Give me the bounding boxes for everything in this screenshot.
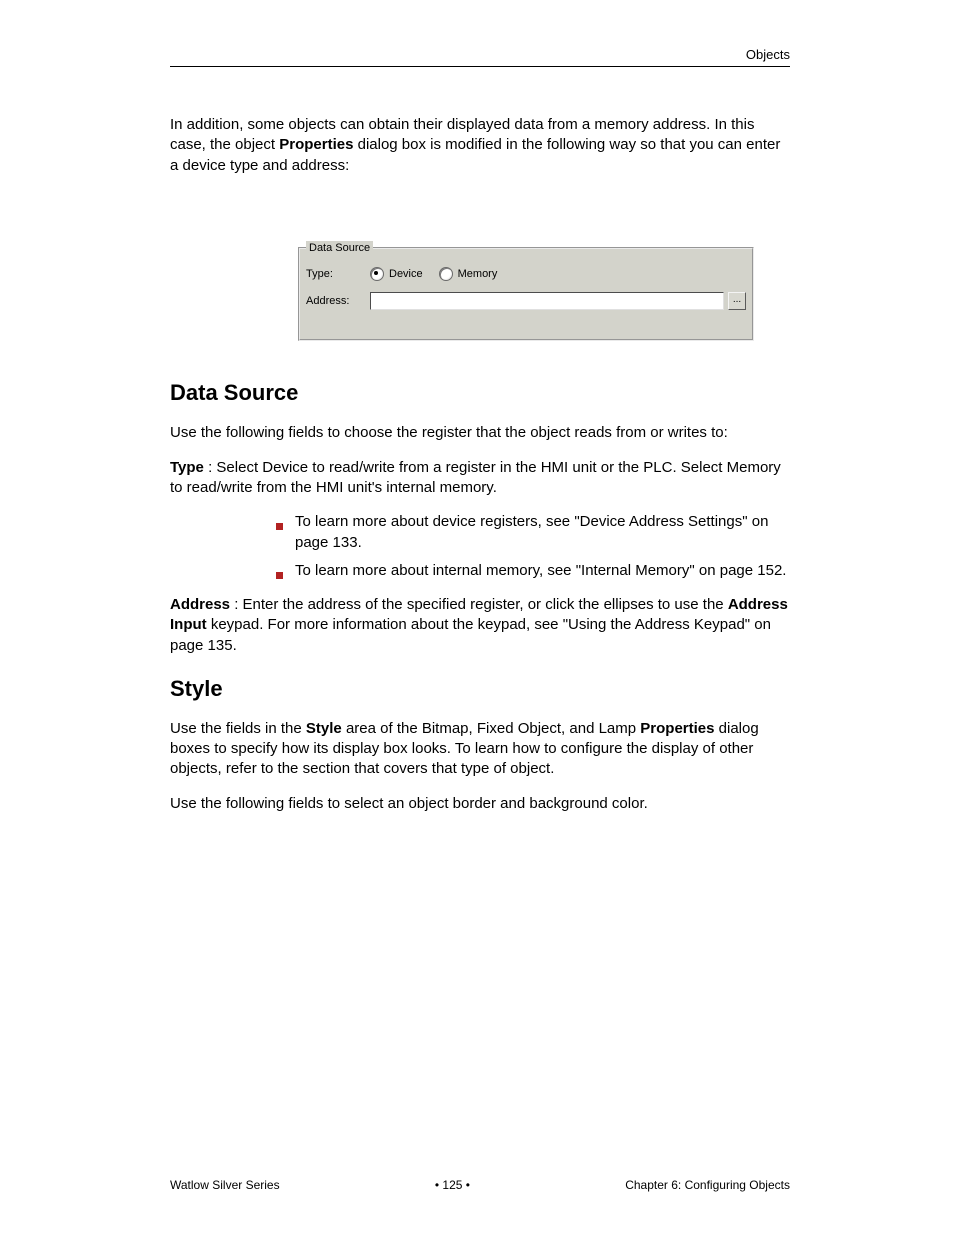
intro-paragraph-2: Use the following fields to choose the r…	[170, 423, 790, 443]
data-source-groupbox-image: Data Source Type: Device Memory Address:…	[298, 247, 754, 341]
section-style-title: Style	[170, 674, 790, 704]
address-input[interactable]	[370, 292, 724, 310]
footer-chapter: Chapter 6: Configuring Objects	[625, 1177, 790, 1193]
type-label: Type:	[306, 267, 370, 282]
intro-paragraph-1: In addition, some objects can obtain the…	[170, 115, 790, 176]
address-browse-button[interactable]: ...	[728, 292, 746, 310]
data-source-groupbox: Data Source Type: Device Memory Address:…	[298, 247, 754, 341]
radio-device-label: Device	[389, 267, 423, 282]
page-footer: Watlow Silver Series • 125 • Chapter 6: …	[170, 1177, 790, 1193]
radio-memory[interactable]	[439, 267, 453, 281]
groupbox-legend: Data Source	[306, 241, 373, 256]
page-header: Objects	[170, 46, 790, 67]
bullet-device-registers: To learn more about device registers, se…	[276, 512, 790, 553]
field-type: Type : Select Device to read/write from …	[170, 458, 790, 499]
footer-left: Watlow Silver Series	[170, 1177, 280, 1193]
style-paragraph-1: Use the fields in the Style area of the …	[170, 719, 790, 780]
header-right-text: Objects	[746, 47, 790, 62]
bullet-internal-memory: To learn more about internal memory, see…	[276, 561, 790, 581]
address-label: Address:	[306, 294, 370, 309]
section-data-source-title: Data Source	[170, 378, 790, 408]
footer-page-number: • 125 •	[435, 1177, 470, 1193]
radio-memory-label: Memory	[458, 267, 498, 282]
radio-memory-wrap[interactable]: Memory	[439, 267, 498, 282]
link-internal-memory[interactable]: see "Internal Memory" on page 152.	[547, 562, 786, 579]
bullet-icon	[276, 572, 283, 579]
style-paragraph-2: Use the following fields to select an ob…	[170, 794, 790, 814]
field-address: Address : Enter the address of the speci…	[170, 595, 790, 656]
radio-device-wrap[interactable]: Device	[370, 267, 423, 282]
radio-device[interactable]	[370, 267, 384, 281]
bullet-icon	[276, 523, 283, 530]
